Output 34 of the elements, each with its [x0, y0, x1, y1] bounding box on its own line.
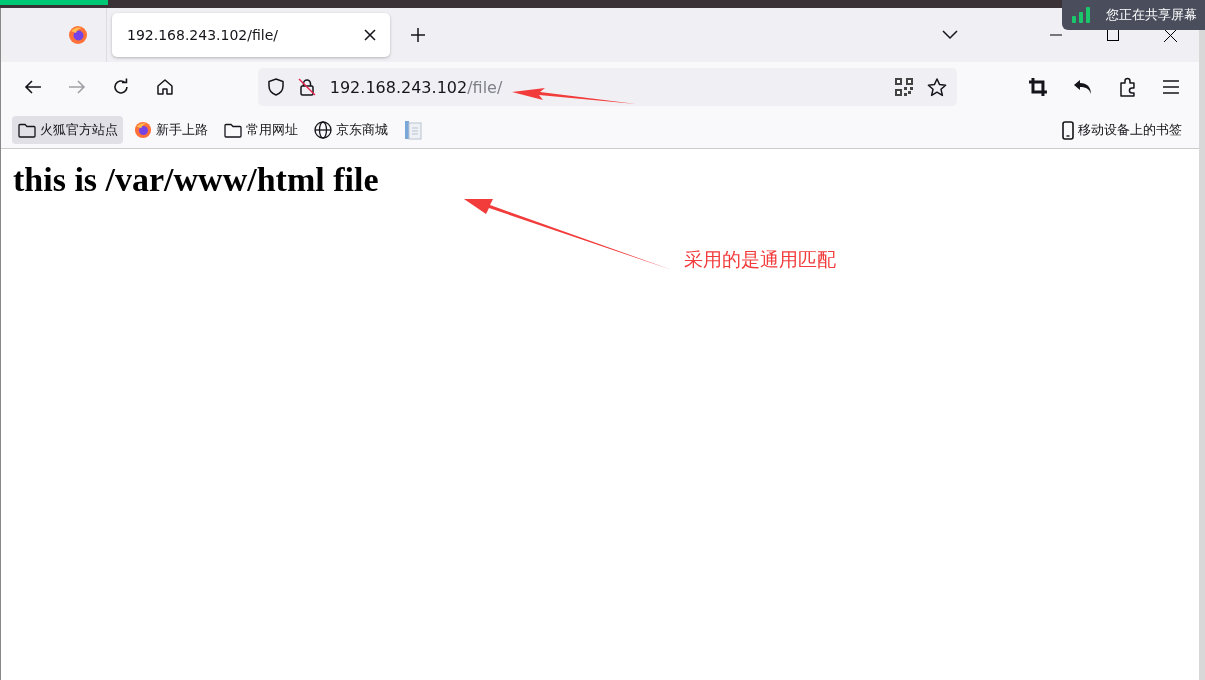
qr-code-icon[interactable]: [895, 78, 914, 96]
browser-tab[interactable]: 192.168.243.102/file/: [112, 13, 390, 57]
folder-icon: [18, 122, 36, 138]
puzzle-icon[interactable]: [1119, 77, 1138, 97]
star-icon[interactable]: [927, 77, 948, 97]
undo-arrow-icon[interactable]: [1073, 79, 1094, 95]
back-arrow-icon[interactable]: [24, 79, 42, 95]
close-icon[interactable]: [1164, 28, 1177, 42]
signal-bars-icon: [1072, 7, 1092, 23]
phone-icon: [1062, 120, 1074, 140]
firefox-icon: [134, 121, 152, 139]
home-icon[interactable]: [155, 78, 174, 96]
document-icon: [404, 120, 422, 140]
bookmark-item[interactable]: 新手上路: [128, 116, 213, 144]
globe-icon: [314, 121, 332, 139]
menu-icon[interactable]: [1163, 80, 1179, 94]
share-notice-text: 您正在共享屏幕: [1106, 6, 1197, 24]
firefox-icon[interactable]: [68, 25, 88, 45]
chevron-down-icon[interactable]: [942, 30, 958, 40]
bookmark-item[interactable]: 京东商城: [308, 116, 393, 144]
url-text[interactable]: 192.168.243.102/file/: [329, 77, 503, 97]
close-icon[interactable]: [364, 29, 376, 41]
folder-icon: [224, 122, 242, 138]
bookmark-item[interactable]: 常用网址: [218, 116, 303, 144]
page-heading: this is /var/www/html file: [13, 161, 379, 199]
shield-icon[interactable]: [267, 78, 284, 96]
annotation-text: 采用的是通用匹配: [684, 247, 836, 272]
bookmark-item[interactable]: 火狐官方站点: [12, 116, 123, 144]
reload-icon[interactable]: [111, 78, 130, 96]
crop-icon[interactable]: [1029, 78, 1048, 96]
broken-lock-icon[interactable]: [297, 78, 316, 96]
address-bar[interactable]: 192.168.243.102/file/: [257, 68, 958, 106]
plus-icon[interactable]: [410, 27, 426, 43]
mobile-bookmarks-item[interactable]: 移动设备上的书签: [1056, 115, 1187, 145]
